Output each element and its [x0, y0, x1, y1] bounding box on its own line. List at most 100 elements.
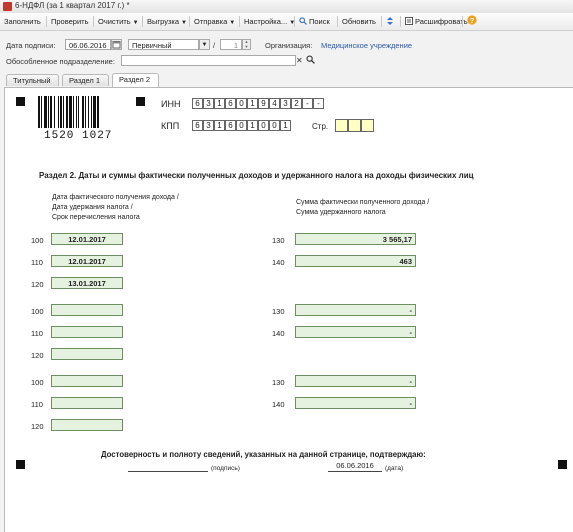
line-code-140: 140 [272, 258, 285, 267]
income-date-field[interactable] [51, 304, 123, 316]
line-code-140: 140 [272, 329, 285, 338]
inn-digit-cell: 9 [258, 98, 269, 109]
registration-mark [16, 97, 25, 106]
clear-icon[interactable]: ✕ [296, 56, 303, 65]
kpp-digit-cell: 3 [203, 120, 214, 131]
subdivision-search-button[interactable] [306, 55, 315, 66]
decode-button[interactable]: Расшифровать [403, 15, 470, 28]
tax-transfer-deadline-field[interactable]: 13.01.2017 [51, 277, 123, 289]
sign-date-input[interactable]: 06.06.2016 [65, 39, 111, 50]
barcode-bar [78, 96, 79, 128]
tax-amount-field[interactable]: - [295, 326, 416, 338]
header-line: Сумма фактически полученного дохода / [296, 199, 430, 206]
slash-separator: / [213, 41, 216, 50]
page-digit-cell[interactable] [335, 119, 348, 132]
inn-digit-cell: 1 [214, 98, 225, 109]
header-line: Дата удержания налога / [52, 204, 133, 211]
send-menu-button[interactable]: Отправка ▼ [192, 15, 237, 28]
kpp-digit-cell: 6 [192, 120, 203, 131]
tab-title-page[interactable]: Титульный [6, 74, 59, 86]
fill-button[interactable]: Заполнить [2, 15, 43, 28]
fill-label: Заполнить [4, 17, 41, 26]
refresh-button[interactable]: Обновить [340, 15, 378, 28]
organization-label: Организация: [265, 41, 313, 50]
subdivision-input[interactable] [121, 55, 296, 66]
page-digit-cell[interactable] [348, 119, 361, 132]
clear-menu-button[interactable]: Очистить ▼ [96, 15, 141, 28]
tax-withheld-date-field[interactable] [51, 326, 123, 338]
window-title: 6-НДФЛ (за 1 квартал 2017 г.) * [15, 1, 130, 10]
tax-transfer-deadline-field[interactable] [51, 419, 123, 431]
correction-stepper[interactable]: ▲ ▼ [242, 39, 251, 50]
svg-text:?: ? [470, 16, 475, 25]
export-menu-button[interactable]: Выгрузка ▼ [145, 15, 189, 28]
chevron-down-icon: ▼ [201, 42, 208, 48]
report-type-select[interactable]: Первичный [128, 39, 199, 50]
settings-menu-button[interactable]: Настройка... ▼ [242, 15, 297, 28]
section-title: Раздел 2. Даты и суммы фактически получе… [39, 171, 474, 180]
kpp-digit-cell: 0 [236, 120, 247, 131]
subdivision-label: Обособленное подразделение: [6, 57, 115, 66]
barcode-bar [82, 96, 84, 128]
inn-digit-cell: 6 [225, 98, 236, 109]
page-digit-cell[interactable] [361, 119, 374, 132]
header-line: Дата фактического получения дохода / [52, 194, 179, 201]
tax-withheld-date-field[interactable] [51, 397, 123, 409]
tab-section-2[interactable]: Раздел 2 [112, 73, 159, 87]
line-code-100: 100 [31, 307, 44, 316]
inn-digit-cell: 0 [236, 98, 247, 109]
barcode-bar [76, 96, 77, 128]
inn-digit-cell: 1 [247, 98, 258, 109]
tax-transfer-deadline-field[interactable] [51, 348, 123, 360]
tax-amount-field[interactable]: 463 [295, 255, 416, 267]
income-date-field[interactable] [51, 375, 123, 387]
refresh-label: Обновить [342, 17, 376, 26]
line-code-120: 120 [31, 422, 44, 431]
line-code-130: 130 [272, 236, 285, 245]
tax-withheld-date-field[interactable]: 12.01.2017 [51, 255, 123, 267]
report-type-dropdown[interactable]: ▼ [199, 39, 210, 50]
correction-number-input[interactable]: 1 [220, 39, 242, 50]
search-button[interactable]: Поиск [297, 15, 332, 28]
app-icon [3, 2, 12, 11]
inn-cells: 6316019432-- [192, 98, 324, 109]
organization-link[interactable]: Медицинское учреждение [321, 41, 412, 50]
kpp-digit-cell: 1 [247, 120, 258, 131]
tab-section-1[interactable]: Раздел 1 [62, 74, 109, 86]
income-amount-field[interactable]: - [295, 304, 416, 316]
income-amount-field[interactable]: 3 565,17 [295, 233, 416, 245]
send-label: Отправка [194, 17, 228, 26]
left-column-header: Дата фактического получения дохода / Дат… [52, 193, 179, 223]
check-button[interactable]: Проверить [49, 15, 91, 28]
date-caption: (дата) [385, 465, 404, 472]
search-label: Поиск [309, 17, 330, 26]
inn-digit-cell: - [313, 98, 324, 109]
search-icon [299, 17, 307, 25]
kpp-digit-cell: 6 [225, 120, 236, 131]
income-date-field[interactable]: 12.01.2017 [51, 233, 123, 245]
barcode-bar [48, 96, 49, 128]
signature-caption: (подпись) [211, 465, 240, 472]
page-label: Стр. [312, 122, 329, 131]
line-code-100: 100 [31, 378, 44, 387]
chevron-down-icon: ▼ [132, 20, 139, 26]
calendar-icon [112, 41, 121, 49]
calendar-button[interactable] [111, 39, 122, 50]
barcode-bar [85, 96, 86, 128]
barcode-bar [93, 96, 96, 128]
inn-digit-cell: 3 [203, 98, 214, 109]
export-label: Выгрузка [147, 17, 180, 26]
inn-label: ИНН [161, 99, 181, 109]
registration-mark [16, 460, 25, 469]
help-button[interactable]: ? [465, 15, 481, 28]
line-code-120: 120 [31, 351, 44, 360]
income-amount-field[interactable]: - [295, 375, 416, 387]
sign-date-label: Дата подписи: [6, 41, 56, 50]
tax-amount-field[interactable]: - [295, 397, 416, 409]
kpp-digit-cell: 1 [280, 120, 291, 131]
page-number-cells[interactable] [335, 119, 374, 132]
window-titlebar: 6-НДФЛ (за 1 квартал 2017 г.) * [0, 0, 573, 14]
filter-button[interactable] [384, 15, 398, 28]
inn-digit-cell: 2 [291, 98, 302, 109]
decode-label: Расшифровать [415, 17, 468, 26]
